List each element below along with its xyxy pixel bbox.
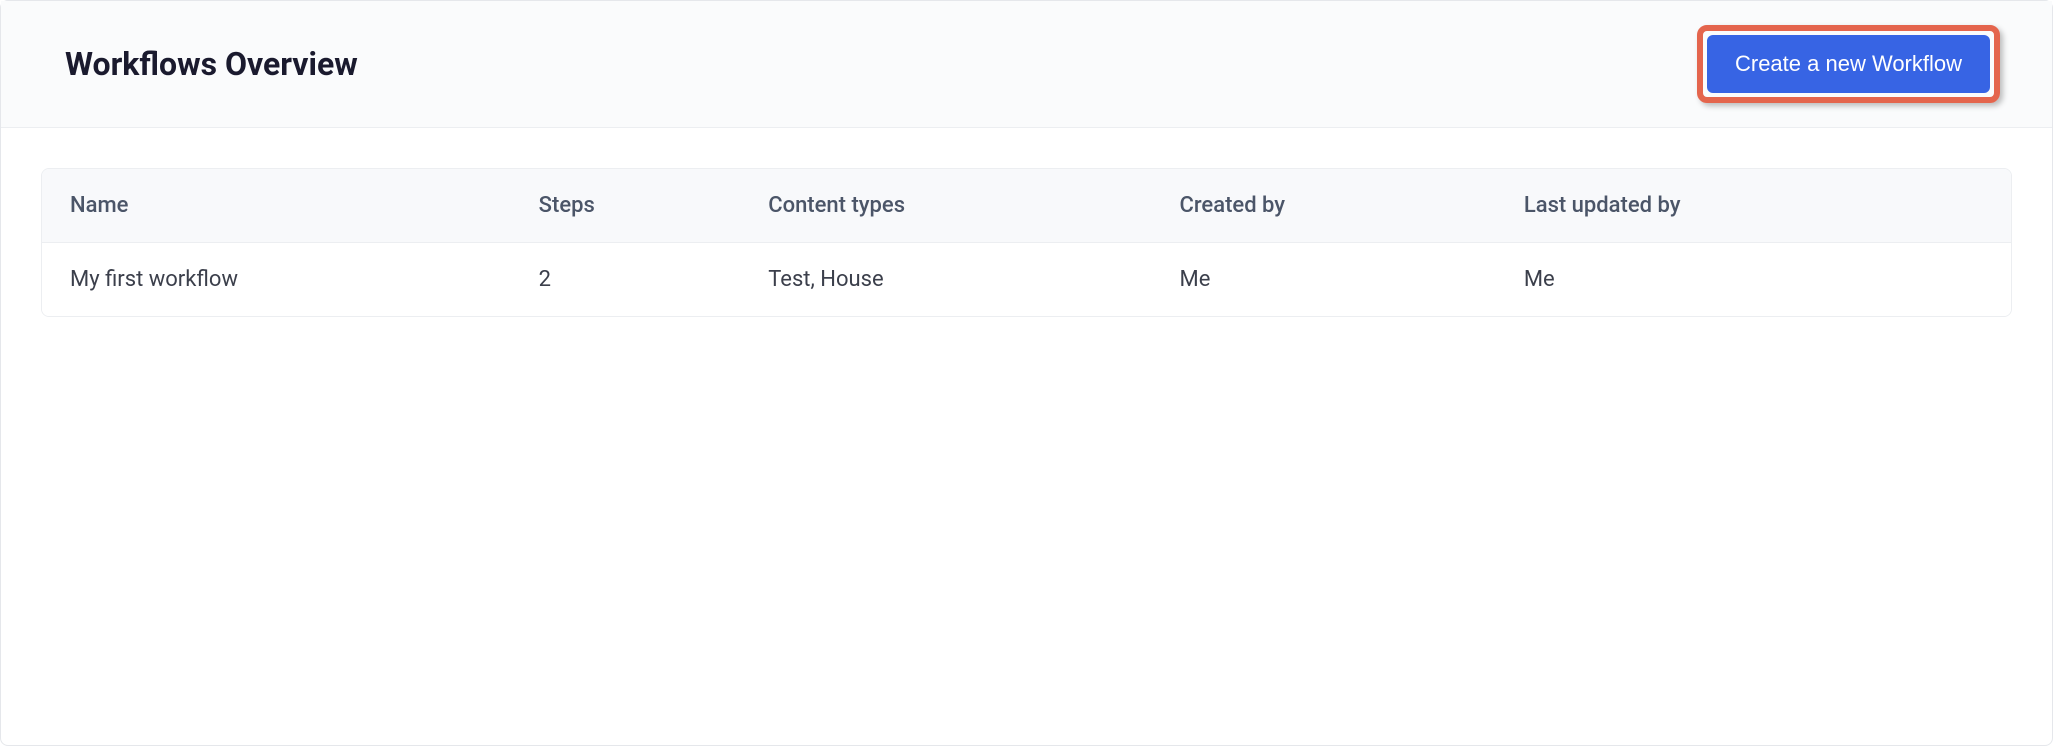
table-header-row: Name Steps Content types Created by Last… <box>42 169 2011 243</box>
create-workflow-button[interactable]: Create a new Workflow <box>1707 35 1990 93</box>
column-header-last-updated-by: Last updated by <box>1524 193 1983 218</box>
page-title: Workflows Overview <box>65 45 358 83</box>
cell-steps: 2 <box>539 267 769 292</box>
column-header-content-types: Content types <box>768 193 1179 218</box>
workflows-table: Name Steps Content types Created by Last… <box>41 168 2012 317</box>
column-header-name: Name <box>70 193 539 218</box>
cell-content-types: Test, House <box>768 267 1179 292</box>
cell-created-by: Me <box>1180 267 1524 292</box>
table-row[interactable]: My first workflow 2 Test, House Me Me <box>42 243 2011 316</box>
create-button-highlight: Create a new Workflow <box>1697 25 2000 103</box>
cell-name: My first workflow <box>70 267 539 292</box>
page-header: Workflows Overview Create a new Workflow <box>1 1 2052 128</box>
column-header-steps: Steps <box>539 193 769 218</box>
column-header-created-by: Created by <box>1180 193 1524 218</box>
cell-last-updated-by: Me <box>1524 267 1983 292</box>
content-area: Name Steps Content types Created by Last… <box>1 128 2052 317</box>
